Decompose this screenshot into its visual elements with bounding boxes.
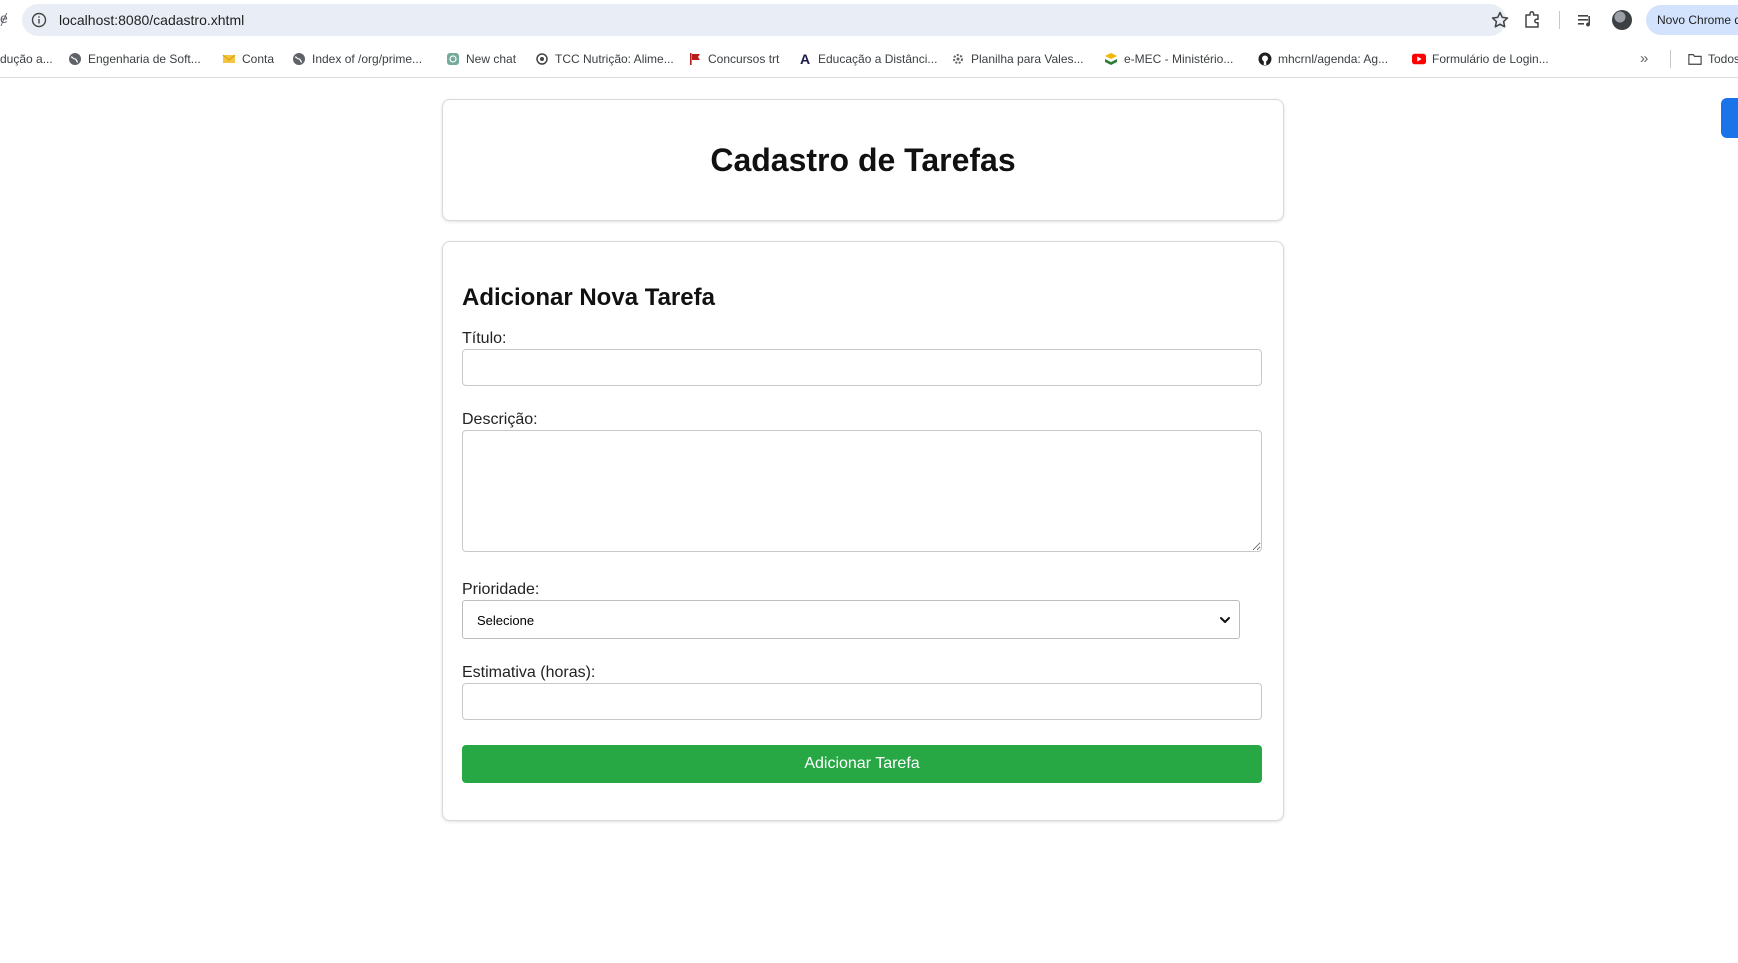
prioridade-selected-value: Selecione: [477, 613, 535, 628]
side-panel-tab[interactable]: [1721, 98, 1738, 138]
prioridade-label: Prioridade:: [462, 581, 540, 598]
bookmarks-separator: [1670, 50, 1671, 68]
site-info-icon[interactable]: [31, 12, 47, 28]
titulo-label: Título:: [462, 330, 507, 347]
bookmark-label: e-MEC - Ministério...: [1124, 52, 1234, 66]
bookmark-label: Planilha para Vales...: [971, 52, 1084, 66]
bookmark-item[interactable]: A Educação a Distânci...: [798, 50, 937, 68]
bookmark-label: Conta: [242, 52, 275, 66]
bookmark-label: Index of /org/prime...: [312, 52, 423, 66]
bookmark-item[interactable]: Formulário de Login...: [1412, 50, 1549, 68]
github-icon: [1258, 52, 1272, 66]
envelope-icon: [222, 52, 236, 66]
bookmark-label: mhcrnl/agenda: Ag...: [1278, 52, 1389, 66]
bookmark-label: dução a...: [0, 52, 53, 66]
bookmark-item[interactable]: Concursos trt: [688, 50, 779, 68]
prioridade-select[interactable]: Selecione: [462, 600, 1240, 639]
openai-icon: [535, 52, 549, 66]
estimativa-input[interactable]: [462, 683, 1262, 720]
header-card: Cadastro de Tarefas: [442, 99, 1284, 221]
toolbar-separator: [1559, 11, 1560, 29]
form-heading: Adicionar Nova Tarefa: [462, 284, 715, 311]
bookmark-item[interactable]: Index of /org/prime...: [292, 50, 422, 68]
chat-icon: [446, 52, 460, 66]
youtube-icon: [1412, 52, 1426, 66]
page-title: Cadastro de Tarefas: [710, 142, 1016, 178]
bookmark-item[interactable]: New chat: [446, 50, 516, 68]
profile-avatar[interactable]: [1612, 10, 1632, 30]
bookmark-item[interactable]: dução a...: [0, 50, 53, 68]
globe-icon: [292, 52, 306, 66]
task-form: Adicionar Nova Tarefa Título: Descrição:…: [442, 241, 1284, 821]
bookmark-label: Concursos trt: [708, 52, 780, 66]
bookmark-star-icon[interactable]: [1488, 8, 1512, 32]
estimativa-label: Estimativa (horas):: [462, 664, 596, 681]
bookmark-item[interactable]: Planilha para Vales...: [951, 50, 1084, 68]
chevron-down-icon: [1220, 617, 1230, 623]
mec-icon: [1104, 52, 1118, 66]
descricao-textarea[interactable]: [462, 430, 1262, 552]
gear-icon: [951, 52, 965, 66]
bookmark-item[interactable]: TCC Nutrição: Alime...: [535, 50, 674, 68]
bookmark-label: New chat: [466, 52, 517, 66]
bookmark-label: Educação a Distânci...: [818, 52, 938, 66]
chrome-update-pill[interactable]: Novo Chrome disponível: [1646, 5, 1738, 35]
folder-icon: [1688, 52, 1702, 66]
bookmark-item[interactable]: Engenharia de Soft...: [68, 50, 201, 68]
flag-icon: [688, 52, 702, 66]
bookmark-item[interactable]: e-MEC - Ministério...: [1104, 50, 1233, 68]
titulo-input[interactable]: [462, 349, 1262, 386]
bookmark-label: Todos os favoritos: [1708, 52, 1738, 66]
bookmark-item[interactable]: Conta: [222, 50, 274, 68]
browser-toolbar: ɇ localhost:8080/cadastro.xhtml Novo Chr…: [0, 0, 1738, 40]
url-text[interactable]: localhost:8080/cadastro.xhtml: [59, 12, 244, 28]
adicionar-tarefa-button[interactable]: Adicionar Tarefa: [462, 745, 1262, 783]
all-bookmarks-folder[interactable]: Todos os favoritos: [1688, 50, 1738, 68]
globe-icon: [68, 52, 82, 66]
bookmarks-bar: dução a... Engenharia de Soft... Conta I…: [0, 40, 1738, 78]
address-bar[interactable]: localhost:8080/cadastro.xhtml: [22, 4, 1509, 36]
descricao-label: Descrição:: [462, 411, 538, 428]
bookmark-item[interactable]: mhcrnl/agenda: Ag...: [1258, 50, 1388, 68]
bookmark-label: TCC Nutrição: Alime...: [555, 52, 674, 66]
extensions-icon[interactable]: [1520, 8, 1544, 32]
letter-a-icon: A: [799, 51, 811, 67]
bookmark-label: Engenharia de Soft...: [88, 52, 201, 66]
bookmark-label: Formulário de Login...: [1432, 52, 1549, 66]
more-bookmarks-icon[interactable]: »: [1640, 50, 1648, 67]
media-queue-icon[interactable]: [1573, 8, 1597, 32]
reload-icon[interactable]: ɇ: [0, 10, 8, 26]
